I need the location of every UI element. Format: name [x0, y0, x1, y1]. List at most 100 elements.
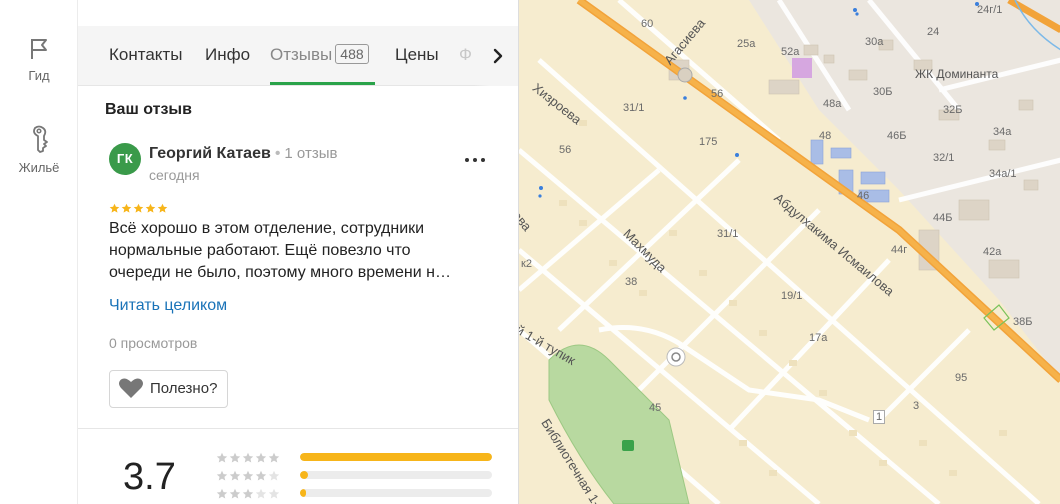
review-text-line: очереди не было, поэтому много времени н… [109, 264, 451, 281]
author-name[interactable]: Георгий Катаев [149, 145, 271, 162]
views-count: 0 просмотров [109, 335, 198, 351]
separator-dot: • [274, 145, 281, 162]
rating-row-stars [216, 451, 281, 469]
organization-panel: Контакты Инфо Отзывы 488 Цены Ф Ваш отзыв… [78, 0, 518, 504]
average-rating: 3.7 [123, 456, 176, 498]
map-house-label: 1 [873, 410, 886, 424]
star-icon [229, 488, 241, 499]
active-tab-indicator [270, 82, 375, 85]
map-house-label: 3 [913, 400, 920, 412]
map-house-label: 24г/1 [977, 4, 1003, 16]
key-icon [33, 125, 48, 153]
guide-label: Гид [28, 68, 50, 83]
star-icon [255, 452, 267, 463]
map-house-label: 38 [625, 276, 638, 288]
star-icon [133, 203, 144, 213]
map-house-label: 31/1 [623, 102, 645, 114]
tab-reviews[interactable]: Отзывы 488 [270, 26, 369, 86]
map-house-label: 38Б [1013, 316, 1033, 328]
rating-row-stars [216, 487, 281, 504]
rating-bar-fill [300, 471, 308, 479]
guide-button[interactable]: Гид [0, 36, 78, 83]
more-dots-icon-dot [473, 158, 477, 162]
map-house-label: 56 [711, 88, 724, 100]
star-icon [255, 488, 267, 499]
star-icon [216, 470, 228, 481]
panel-top-strip [78, 0, 518, 26]
rating-bar-fill [300, 453, 492, 461]
map-house-label: 30Б [873, 86, 893, 98]
helpful-button[interactable]: Полезно? [109, 370, 229, 408]
map-house-label: 24 [927, 26, 940, 38]
star-icon [255, 470, 267, 481]
map-house-label: 44г [891, 244, 908, 256]
star-icon [242, 488, 254, 499]
more-options-button[interactable] [460, 147, 490, 171]
map-house-label: 46 [857, 190, 870, 202]
star-icon [229, 452, 241, 463]
star-icon [121, 203, 132, 213]
more-dots-icon [465, 158, 469, 162]
tab-contacts[interactable]: Контакты [109, 26, 182, 86]
review-text: Всё хорошо в этом отделение, сотрудники … [109, 218, 489, 284]
star-icon [268, 488, 280, 499]
star-icon [216, 452, 228, 463]
map-house-label: 19/1 [781, 290, 803, 302]
map-street-label: ЖК Доминанта [915, 67, 999, 81]
review-author: Георгий Катаев • 1 отзыв [149, 145, 337, 163]
map-house-label: 60 [641, 18, 654, 30]
tabs-scroll-right-button[interactable] [474, 26, 518, 86]
star-icon [242, 470, 254, 481]
review-date: сегодня [149, 167, 200, 183]
avatar[interactable]: ГК [109, 143, 141, 175]
map-house-label: 42а [983, 246, 1002, 258]
helpful-label: Полезно? [150, 380, 218, 397]
map-house-label: 56 [559, 144, 572, 156]
heart-icon [119, 377, 143, 398]
star-icon [145, 203, 156, 213]
star-icon [242, 452, 254, 463]
more-dots-icon-dot [481, 158, 485, 162]
tab-prices[interactable]: Цены [395, 26, 439, 86]
map-house-label: 45 [649, 402, 662, 414]
star-icon [268, 470, 280, 481]
flag-icon [31, 39, 47, 59]
rating-row-stars [216, 469, 281, 487]
map-house-label: 175 [699, 136, 718, 148]
map-house-label: 31/1 [717, 228, 739, 240]
read-more-link[interactable]: Читать целиком [109, 297, 227, 315]
review-text-line: Всё хорошо в этом отделение, сотрудники [109, 220, 425, 237]
rating-bar [300, 489, 492, 497]
star-icon [157, 203, 168, 213]
map-house-label: 34а [993, 126, 1012, 138]
rating-bar [300, 471, 492, 479]
review-text-line: нормальные работают. Ещё повезло что [109, 242, 411, 259]
reviews-count-badge: 488 [335, 44, 369, 64]
housing-button[interactable]: Жильё [0, 124, 78, 175]
map-house-label: 32/1 [933, 152, 955, 164]
chevron-right-icon [493, 48, 503, 64]
section-divider [78, 428, 518, 429]
star-icon [229, 470, 241, 481]
map-house-label: 30а [865, 36, 884, 48]
tab-photos[interactable]: Ф [459, 26, 472, 86]
map-house-label: к2 [521, 258, 532, 270]
map-house-label: 52а [781, 46, 800, 58]
author-reviews-count: 1 отзыв [284, 145, 338, 162]
rating-bar [300, 453, 492, 461]
map-view[interactable]: Хизроева Агасиева Абдулхакима Исмаилова … [518, 0, 1060, 504]
housing-label: Жильё [18, 160, 60, 175]
your-review-title: Ваш отзыв [105, 101, 192, 118]
star-icon [109, 203, 120, 213]
star-icon [268, 452, 280, 463]
map-house-label: 48а [823, 98, 842, 110]
star-icon [216, 488, 228, 499]
map-house-label: 34а/1 [989, 168, 1017, 180]
map-house-label: 17а [809, 332, 828, 344]
tab-reviews-label: Отзывы [270, 45, 333, 64]
tab-info[interactable]: Инфо [205, 26, 250, 86]
map-house-label: 44Б [933, 212, 953, 224]
map-house-label: 32Б [943, 104, 963, 116]
map-house-label: 46Б [887, 130, 907, 142]
rating-bar-fill [300, 489, 306, 497]
